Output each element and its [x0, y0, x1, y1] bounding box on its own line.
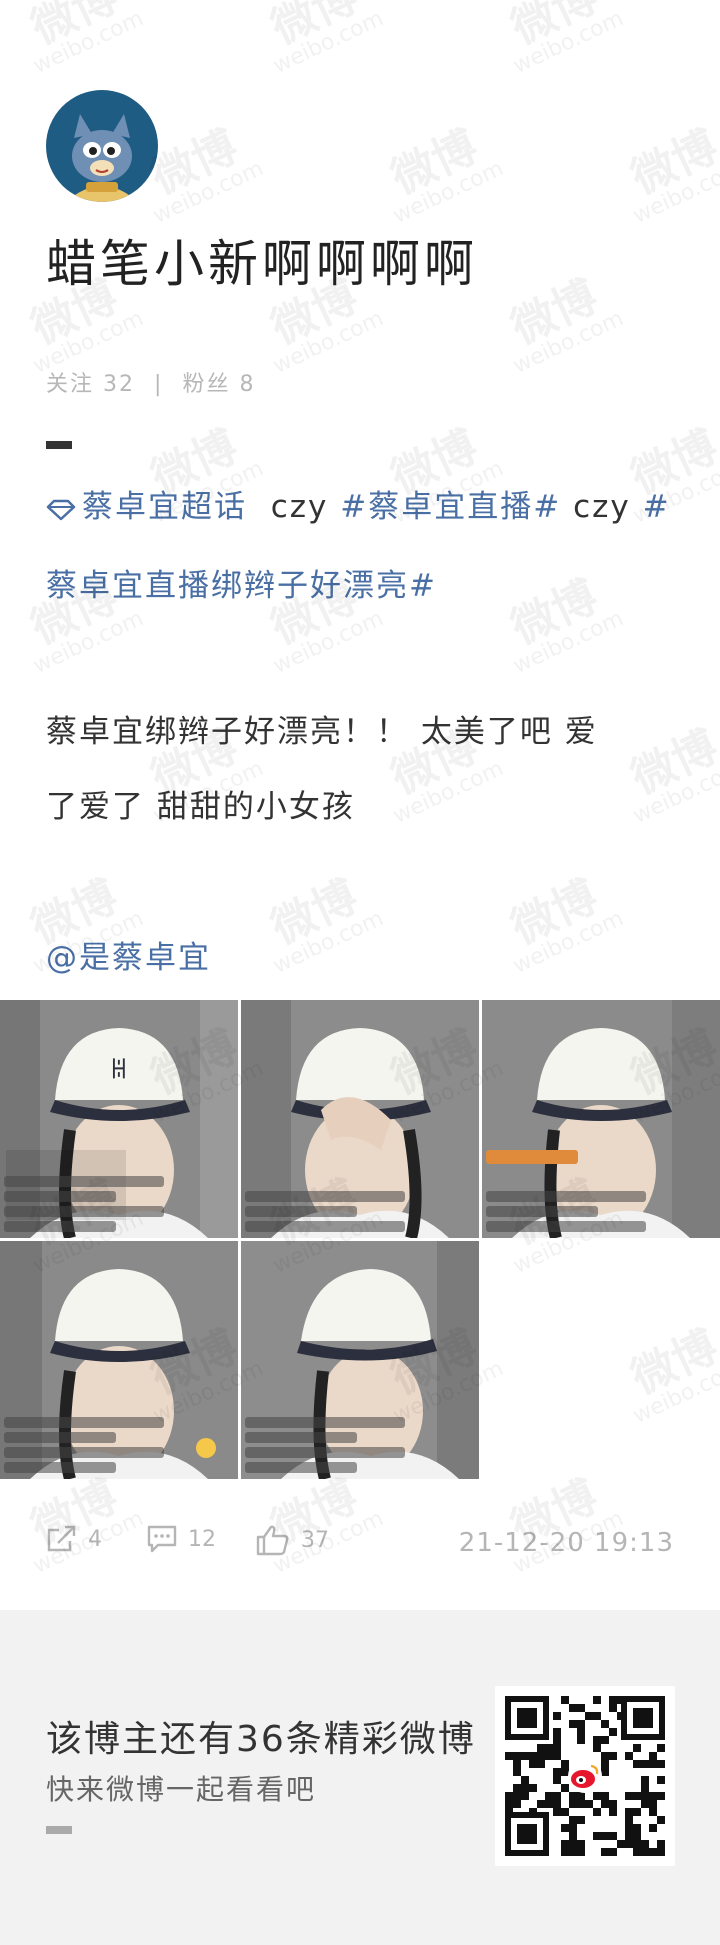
- post-actions: 4 12 37 21-12-20 19:13: [0, 1524, 720, 1564]
- super-topic-link[interactable]: 蔡卓宜超话: [46, 489, 247, 525]
- username: 蜡笔小新啊啊啊啊: [46, 235, 478, 293]
- comment-button[interactable]: 12: [146, 1524, 216, 1554]
- watermark: 微博weibo.com: [623, 120, 720, 229]
- comment-icon: [147, 1525, 177, 1553]
- footer-divider-dash: [46, 1826, 72, 1834]
- watermark: 微博weibo.com: [23, 0, 148, 79]
- followers-count: 8: [239, 372, 256, 397]
- divider-dash: [46, 441, 72, 449]
- mention-link[interactable]: @是蔡卓宜: [46, 932, 211, 977]
- watermark: 微博weibo.com: [503, 870, 628, 979]
- following-label: 关注: [46, 372, 95, 397]
- post-body-line1: 蔡卓宜绑辫子好漂亮！！ 太美了吧 爱: [46, 714, 598, 750]
- post-image[interactable]: [482, 1000, 720, 1238]
- live-chat-overlay: [486, 1187, 646, 1232]
- repost-icon: [47, 1525, 76, 1552]
- stats-separator: |: [154, 372, 164, 397]
- followers-label: 粉丝: [182, 372, 231, 397]
- live-chat-overlay: [4, 1413, 164, 1473]
- qr-code[interactable]: [495, 1686, 675, 1866]
- footer-title: 该博主还有36条精彩微博: [46, 1719, 476, 1760]
- hashtag-braid-start[interactable]: #: [643, 489, 671, 525]
- text-czy-1: czy: [270, 489, 329, 525]
- watermark: 微博weibo.com: [503, 0, 628, 79]
- photo-grid: ꀍ: [0, 1000, 720, 1480]
- super-topic-label: 蔡卓宜超话: [82, 489, 247, 525]
- live-chat-overlay: [4, 1172, 164, 1232]
- live-chat-overlay: [245, 1413, 405, 1473]
- profile-stats: 关注 32 | 粉丝 8: [46, 366, 255, 398]
- post-image[interactable]: ꀍ: [0, 1000, 238, 1238]
- post-image[interactable]: [241, 1241, 479, 1479]
- text-czy-2: czy: [573, 489, 631, 525]
- post-body: 蔡卓宜绑辫子好漂亮！！ 太美了吧 爱 了爱了 甜甜的小女孩: [46, 695, 676, 845]
- footer-subtitle: 快来微博一起看看吧: [46, 1773, 317, 1806]
- like-icon: [256, 1525, 289, 1556]
- watermark: 微博weibo.com: [263, 870, 388, 979]
- like-count: 37: [301, 1527, 329, 1553]
- watermark: 微博weibo.com: [383, 120, 508, 229]
- watermark: 微博weibo.com: [503, 270, 628, 379]
- footer-promo: 该博主还有36条精彩微博 快来微博一起看看吧: [0, 1610, 720, 1945]
- repost-button[interactable]: 4: [46, 1524, 102, 1554]
- hashtag-braid[interactable]: 蔡卓宜直播绑辫子好漂亮#: [46, 568, 437, 604]
- avatar[interactable]: [46, 90, 158, 202]
- post-body-line2: 了爱了 甜甜的小女孩: [46, 789, 355, 825]
- hashtag-live[interactable]: #蔡卓宜直播#: [340, 489, 561, 525]
- post-image[interactable]: [0, 1241, 238, 1479]
- repost-count: 4: [88, 1526, 102, 1552]
- post-timestamp: 21-12-20 19:13: [458, 1528, 674, 1558]
- diamond-icon: [46, 474, 76, 549]
- live-chat-overlay: [245, 1187, 405, 1232]
- watermark: 微博weibo.com: [263, 0, 388, 79]
- like-button[interactable]: 37: [255, 1524, 329, 1556]
- post-image[interactable]: [241, 1000, 479, 1238]
- comment-count: 12: [188, 1526, 216, 1552]
- post-tags: 蔡卓宜超话 czy #蔡卓宜直播# czy # 蔡卓宜直播绑辫子好漂亮#: [46, 470, 676, 624]
- following-count: 32: [103, 372, 136, 397]
- svg-text:ꀍ: ꀍ: [110, 1058, 127, 1084]
